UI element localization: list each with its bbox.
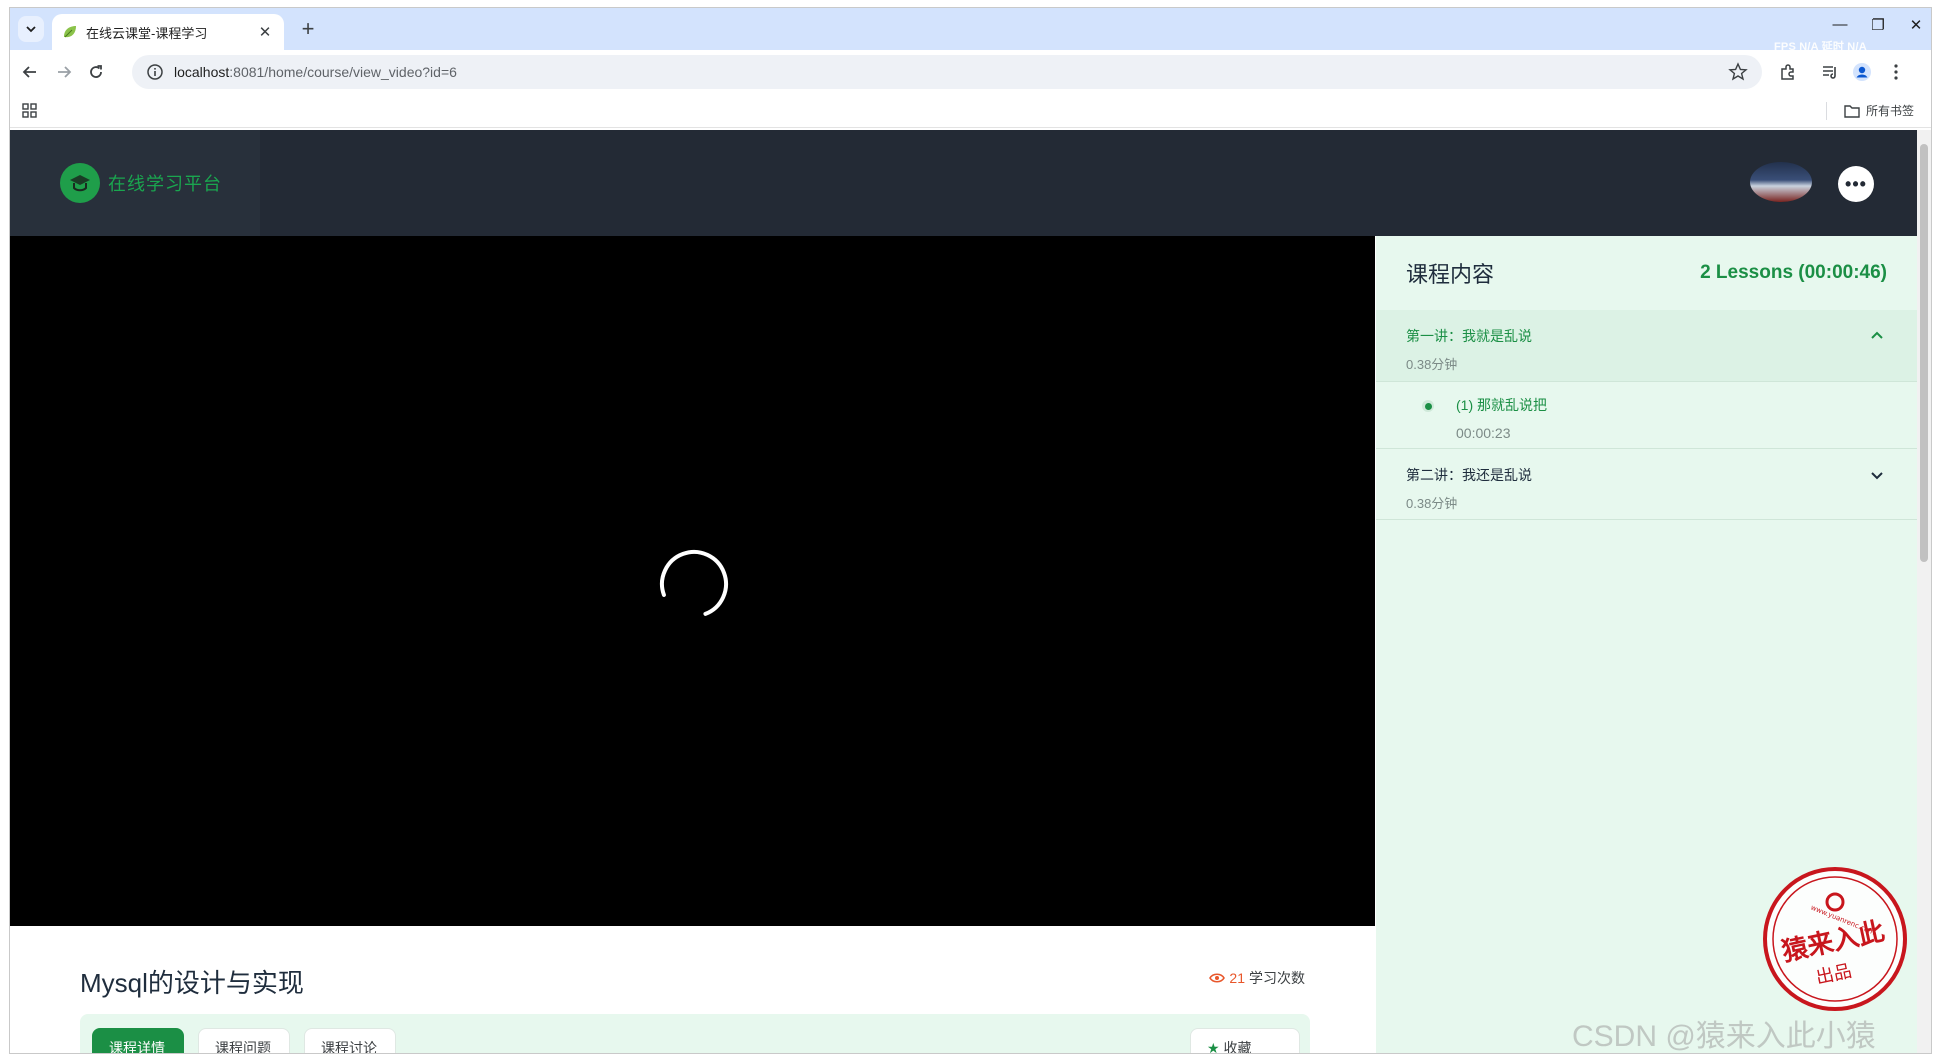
course-tabs: 课程详情 课程问题 课程讨论 ★ 收藏 <box>80 1014 1310 1053</box>
all-bookmarks-label: 所有书签 <box>1866 104 1915 118</box>
section-2-duration: 0.38分钟 <box>1406 496 1458 511</box>
reload-icon <box>90 65 102 78</box>
chevron-up-icon[interactable] <box>1869 328 1885 344</box>
loading-spinner-icon <box>660 550 728 618</box>
star-icon[interactable] <box>1728 62 1748 82</box>
tab-close-icon[interactable]: ✕ <box>256 23 274 41</box>
leaf-favicon <box>64 26 76 38</box>
bookmarks-divider <box>1826 102 1827 120</box>
tab-search-button[interactable] <box>18 16 44 42</box>
close-window-button[interactable]: ✕ <box>1904 16 1928 34</box>
tab-course-discussion[interactable]: 课程讨论 <box>304 1028 396 1053</box>
bookmarks-bar: 所有书签 <box>10 94 1931 128</box>
lesson-1-1-title: (1) 那就乱说把 <box>1456 397 1547 413</box>
tab-course-questions[interactable]: 课程问题 <box>198 1028 290 1053</box>
profile-icon <box>1853 63 1871 81</box>
kebab-icon <box>1894 64 1898 80</box>
tab-course-detail[interactable]: 课程详情 <box>92 1028 184 1053</box>
section-1[interactable]: 第一讲：我就是乱说 0.38分钟 <box>1376 310 1917 382</box>
section-2[interactable]: 第二讲：我还是乱说 0.38分钟 <box>1376 449 1917 520</box>
tab-title: 在线云课堂-课程学习 <box>86 25 208 41</box>
plus-icon: + <box>301 16 315 41</box>
site-header: 在线学习平台 ••• <box>10 130 1917 236</box>
lesson-active-dot-icon <box>1422 400 1434 412</box>
browser-window: 在线云课堂-课程学习 ✕ + — ❐ ✕ FPS N/A 延时 N/A loca… <box>10 8 1931 1053</box>
favorite-star-icon: ★ <box>1207 1040 1224 1053</box>
new-tab-button[interactable]: + <box>296 18 320 42</box>
stamp-watermark-icon: 猿来入此 出品 www.yuanrenc.com <box>1763 867 1907 1011</box>
study-count-label: 学习次数 <box>1249 970 1305 986</box>
study-count-value: 21 <box>1229 970 1245 986</box>
media-button[interactable] <box>1820 62 1840 82</box>
address-bar[interactable]: localhost:8081/home/course/view_video?id… <box>132 55 1762 89</box>
panel-title: 课程内容 <box>1406 262 1495 287</box>
profile-button[interactable] <box>1852 62 1872 82</box>
forward-button[interactable] <box>52 60 76 84</box>
section-1-title: 第一讲：我就是乱说 <box>1406 328 1532 344</box>
forward-icon <box>58 66 72 78</box>
url-text: localhost:8081/home/course/view_video?id… <box>174 64 457 80</box>
page-viewport: 在线学习平台 ••• 课程内容 2 Lessons (00:00:46) 第一讲… <box>10 130 1931 1053</box>
favorite-button[interactable]: ★ 收藏 <box>1190 1028 1300 1053</box>
browser-tab-active[interactable]: 在线云课堂-课程学习 ✕ <box>52 14 284 50</box>
back-button[interactable] <box>18 60 42 84</box>
media-icon <box>1823 66 1836 79</box>
csdn-watermark: CSDN @猿来入此小猿 <box>1572 1020 1876 1053</box>
section-1-duration: 0.38分钟 <box>1406 357 1458 372</box>
all-bookmarks-button[interactable]: 所有书签 <box>1844 102 1914 119</box>
extensions-icon <box>1781 64 1794 80</box>
brand-link[interactable]: 在线学习平台 <box>10 130 260 236</box>
brand-name: 在线学习平台 <box>108 174 222 194</box>
reload-button[interactable] <box>84 60 108 84</box>
eye-icon <box>1209 973 1226 983</box>
lesson-1-1[interactable]: (1) 那就乱说把 00:00:23 <box>1376 382 1917 449</box>
scrollbar-thumb[interactable] <box>1920 144 1928 562</box>
chevron-down-icon[interactable] <box>1869 467 1885 483</box>
tab-strip: 在线云课堂-课程学习 ✕ + — ❐ ✕ FPS N/A 延时 N/A <box>10 8 1931 53</box>
more-icon: ••• <box>1845 173 1867 194</box>
url-path: :8081/home/course/view_video?id=6 <box>229 64 457 80</box>
course-title: Mysql的设计与实现 <box>80 968 304 998</box>
study-count: 21 学习次数 <box>1209 968 1305 988</box>
back-icon <box>22 66 36 78</box>
extensions-button[interactable] <box>1778 62 1798 82</box>
minimize-button[interactable]: — <box>1828 16 1852 33</box>
section-2-title: 第二讲：我还是乱说 <box>1406 467 1532 483</box>
folder-icon <box>1844 104 1860 118</box>
lesson-1-1-time: 00:00:23 <box>1456 425 1511 441</box>
url-host: localhost <box>174 64 230 80</box>
browser-toolbar: localhost:8081/home/course/view_video?id… <box>10 50 1931 94</box>
user-avatar[interactable] <box>1750 162 1812 202</box>
restore-button[interactable]: ❐ <box>1866 16 1890 34</box>
info-icon[interactable] <box>146 63 164 81</box>
brand-logo-icon <box>60 163 100 203</box>
chevron-down-icon <box>26 26 36 33</box>
course-info: Mysql的设计与实现 21 学习次数 课程详情 课程问题 课程讨论 ★ 收藏 <box>10 926 1375 1053</box>
more-options-button[interactable]: ••• <box>1838 166 1874 202</box>
page-scrollbar[interactable] <box>1917 130 1931 1053</box>
favorite-label: 收藏 <box>1223 1040 1252 1053</box>
lessons-summary: 2 Lessons (00:00:46) <box>1700 262 1887 283</box>
apps-icon[interactable] <box>22 103 38 119</box>
panel-header: 课程内容 2 Lessons (00:00:46) <box>1376 236 1917 310</box>
menu-button[interactable] <box>1886 62 1906 82</box>
video-player[interactable] <box>10 236 1375 926</box>
